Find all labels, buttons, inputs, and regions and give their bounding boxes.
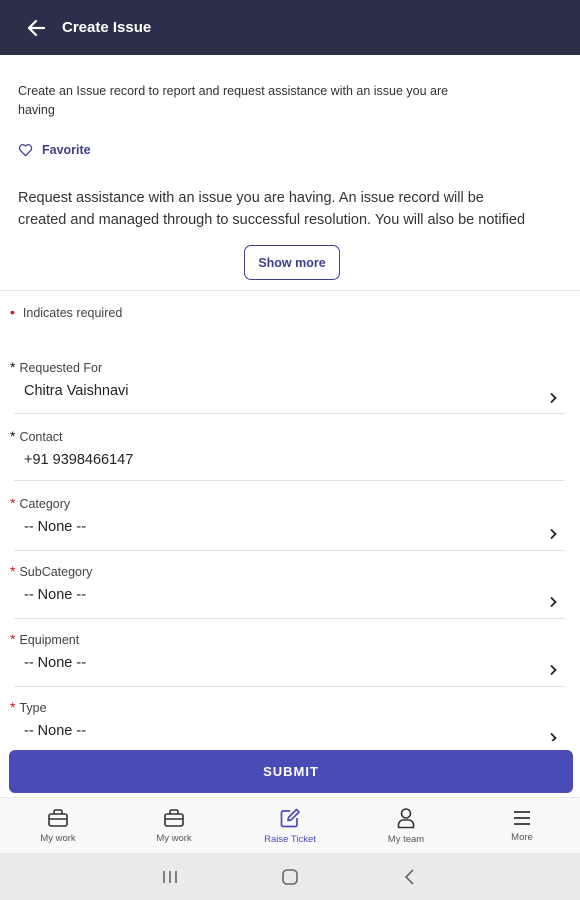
item-description: Create an Issue record to report and req… — [18, 84, 449, 117]
arrow-left-icon — [27, 19, 46, 36]
nav-item-more[interactable]: More — [464, 798, 580, 854]
nav-label: My team — [387, 834, 425, 845]
divider — [0, 290, 580, 291]
menu-icon — [514, 811, 530, 825]
back-button[interactable] — [16, 8, 56, 48]
nav-label: My work — [40, 833, 76, 844]
chevron-right-icon — [550, 664, 557, 676]
chevron-right-icon — [550, 528, 557, 540]
page-title: Create Issue — [62, 19, 152, 36]
favorite-label: Favorite — [42, 143, 91, 157]
nav-item-my-team[interactable]: My team — [348, 798, 464, 854]
requested-for-field[interactable]: * Requested For Chitra Vaishnavi — [10, 359, 575, 413]
chevron-right-icon — [550, 392, 557, 404]
divider — [14, 550, 565, 551]
category-field[interactable]: * Category -- None -- — [10, 495, 575, 549]
field-value: -- None -- — [24, 655, 87, 671]
divider — [14, 480, 565, 481]
chevron-right-icon — [550, 732, 557, 741]
required-marker: * — [10, 495, 16, 511]
field-label: Requested For — [19, 361, 103, 375]
recent-apps-icon — [163, 870, 177, 883]
favorite-button[interactable]: Favorite — [18, 143, 91, 157]
nav-item-raise-ticket[interactable]: Raise Ticket — [232, 798, 348, 854]
type-field[interactable]: * Type -- None -- — [10, 699, 575, 741]
divider — [14, 618, 565, 619]
required-marker: * — [10, 563, 16, 579]
field-value: -- None -- — [24, 723, 87, 739]
home-icon — [282, 868, 298, 885]
heart-icon — [18, 144, 33, 157]
nav-label: My work — [156, 833, 192, 844]
show-more-button[interactable]: Show more — [244, 245, 340, 280]
app-header: Create Issue — [0, 0, 580, 55]
briefcase-icon — [48, 809, 68, 827]
required-marker: * — [10, 699, 16, 715]
chevron-right-icon — [550, 596, 557, 608]
home-button[interactable] — [270, 857, 310, 897]
field-value: -- None -- — [24, 519, 87, 535]
subcategory-field[interactable]: * SubCategory -- None -- — [10, 563, 575, 617]
form-content[interactable]: Create an Issue record to report and req… — [0, 55, 580, 741]
required-marker: * — [10, 359, 16, 375]
back-icon — [404, 868, 414, 885]
divider — [14, 686, 565, 687]
long-description-line: created and managed through to successfu… — [18, 212, 526, 228]
nav-item-my-work[interactable]: My work — [116, 798, 232, 854]
system-back-button[interactable] — [390, 857, 430, 897]
divider — [14, 413, 565, 414]
equipment-field[interactable]: * Equipment -- None -- — [10, 631, 575, 685]
field-label: Equipment — [19, 633, 80, 647]
bottom-navigation: My work My work Raise Ticket My team Mor… — [0, 797, 580, 853]
long-description: Request assistance with an issue you are… — [18, 187, 566, 231]
required-marker: * — [10, 428, 16, 444]
submit-button[interactable]: SUBMIT — [9, 750, 573, 793]
field-label: Contact — [19, 430, 63, 444]
field-value: -- None -- — [24, 587, 87, 603]
person-icon — [397, 808, 415, 829]
required-note-text: Indicates required — [22, 306, 123, 320]
field-label: SubCategory — [19, 565, 93, 579]
required-note: • Indicates required — [10, 304, 123, 320]
edit-icon — [280, 808, 300, 828]
nav-label: More — [511, 832, 533, 843]
nav-label: Raise Ticket — [264, 834, 316, 845]
system-navigation-bar — [0, 853, 580, 900]
long-description-line: Request assistance with an issue you are… — [18, 190, 484, 206]
briefcase-icon — [164, 809, 184, 827]
nav-item-my-work[interactable]: My work — [0, 798, 116, 854]
field-value: Chitra Vaishnavi — [24, 383, 129, 399]
field-label: Category — [19, 497, 71, 511]
required-marker: • — [10, 304, 15, 320]
field-label: Type — [19, 701, 47, 715]
field-value: +91 9398466147 — [24, 452, 134, 468]
required-marker: * — [10, 631, 16, 647]
recent-apps-button[interactable] — [150, 857, 190, 897]
submit-bar: SUBMIT — [0, 741, 580, 797]
contact-field[interactable]: * Contact +91 9398466147 — [10, 428, 575, 480]
